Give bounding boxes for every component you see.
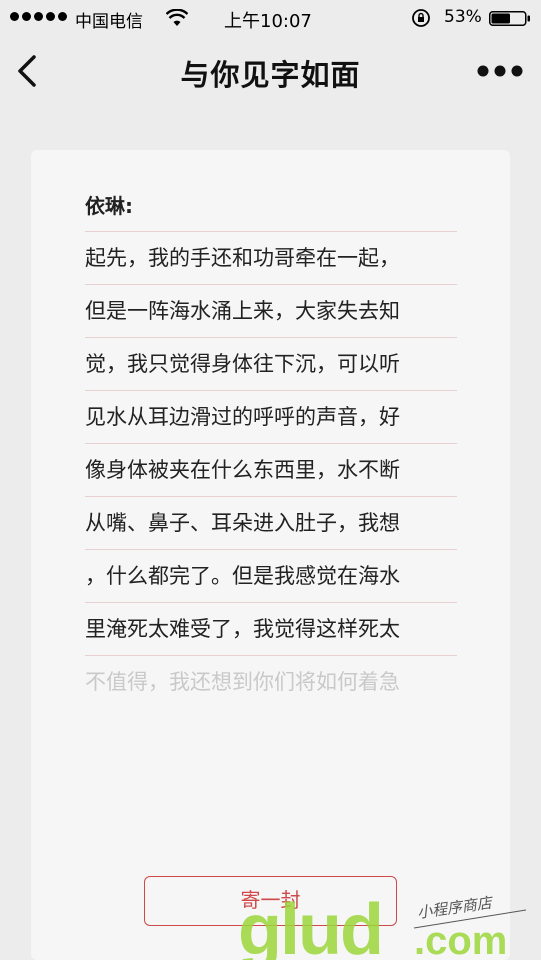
- nav-bar: 与你见字如面: [0, 36, 541, 108]
- letter-line: ，什么都完了。但是我感觉在海水: [85, 550, 457, 603]
- letter-line: 但是一阵海水涌上来，大家失去知: [85, 285, 457, 338]
- letter-line-faded: 不值得，我还想到你们将如何着急: [85, 670, 400, 694]
- carrier-label: 中国电信: [75, 12, 143, 32]
- battery-icon: [489, 11, 530, 26]
- letter-line: 从嘴、鼻子、耳朵进入肚子，我想: [85, 497, 457, 550]
- status-time: 上午10:07: [224, 11, 312, 32]
- lock-rotation-icon: [412, 9, 430, 27]
- page-title: 与你见字如面: [180, 58, 361, 92]
- letter-line: 见水从耳边滑过的呼呼的声音，好: [85, 391, 457, 444]
- battery-percent: 53%: [444, 7, 482, 27]
- wifi-icon: [166, 9, 188, 26]
- letter-body: 起先，我的手还和功哥牵在一起， 但是一阵海水涌上来，大家失去知 觉，我只觉得身体…: [85, 232, 457, 708]
- more-icon[interactable]: [476, 64, 524, 78]
- letter-line: 觉，我只觉得身体往下沉，可以听: [85, 338, 457, 391]
- watermark-tagline: 小程序商店: [416, 893, 495, 922]
- letter-salutation: 依琳:: [85, 194, 133, 218]
- letter-line: 里淹死太难受了，我觉得这样死太: [85, 603, 457, 656]
- status-bar: 中国电信 上午10:07 53%: [0, 0, 541, 36]
- watermark-logo: glud .com 小程序商店: [238, 890, 527, 960]
- letter-line: 像身体被夹在什么东西里，水不断: [85, 444, 457, 497]
- watermark-domain: .com: [414, 919, 507, 960]
- letter-line: 起先，我的手还和功哥牵在一起，: [85, 232, 457, 285]
- signal-icon: [10, 12, 67, 21]
- letter-card: 依琳: 起先，我的手还和功哥牵在一起， 但是一阵海水涌上来，大家失去知 觉，我只…: [31, 150, 510, 960]
- watermark-logo-text: glud: [238, 890, 382, 960]
